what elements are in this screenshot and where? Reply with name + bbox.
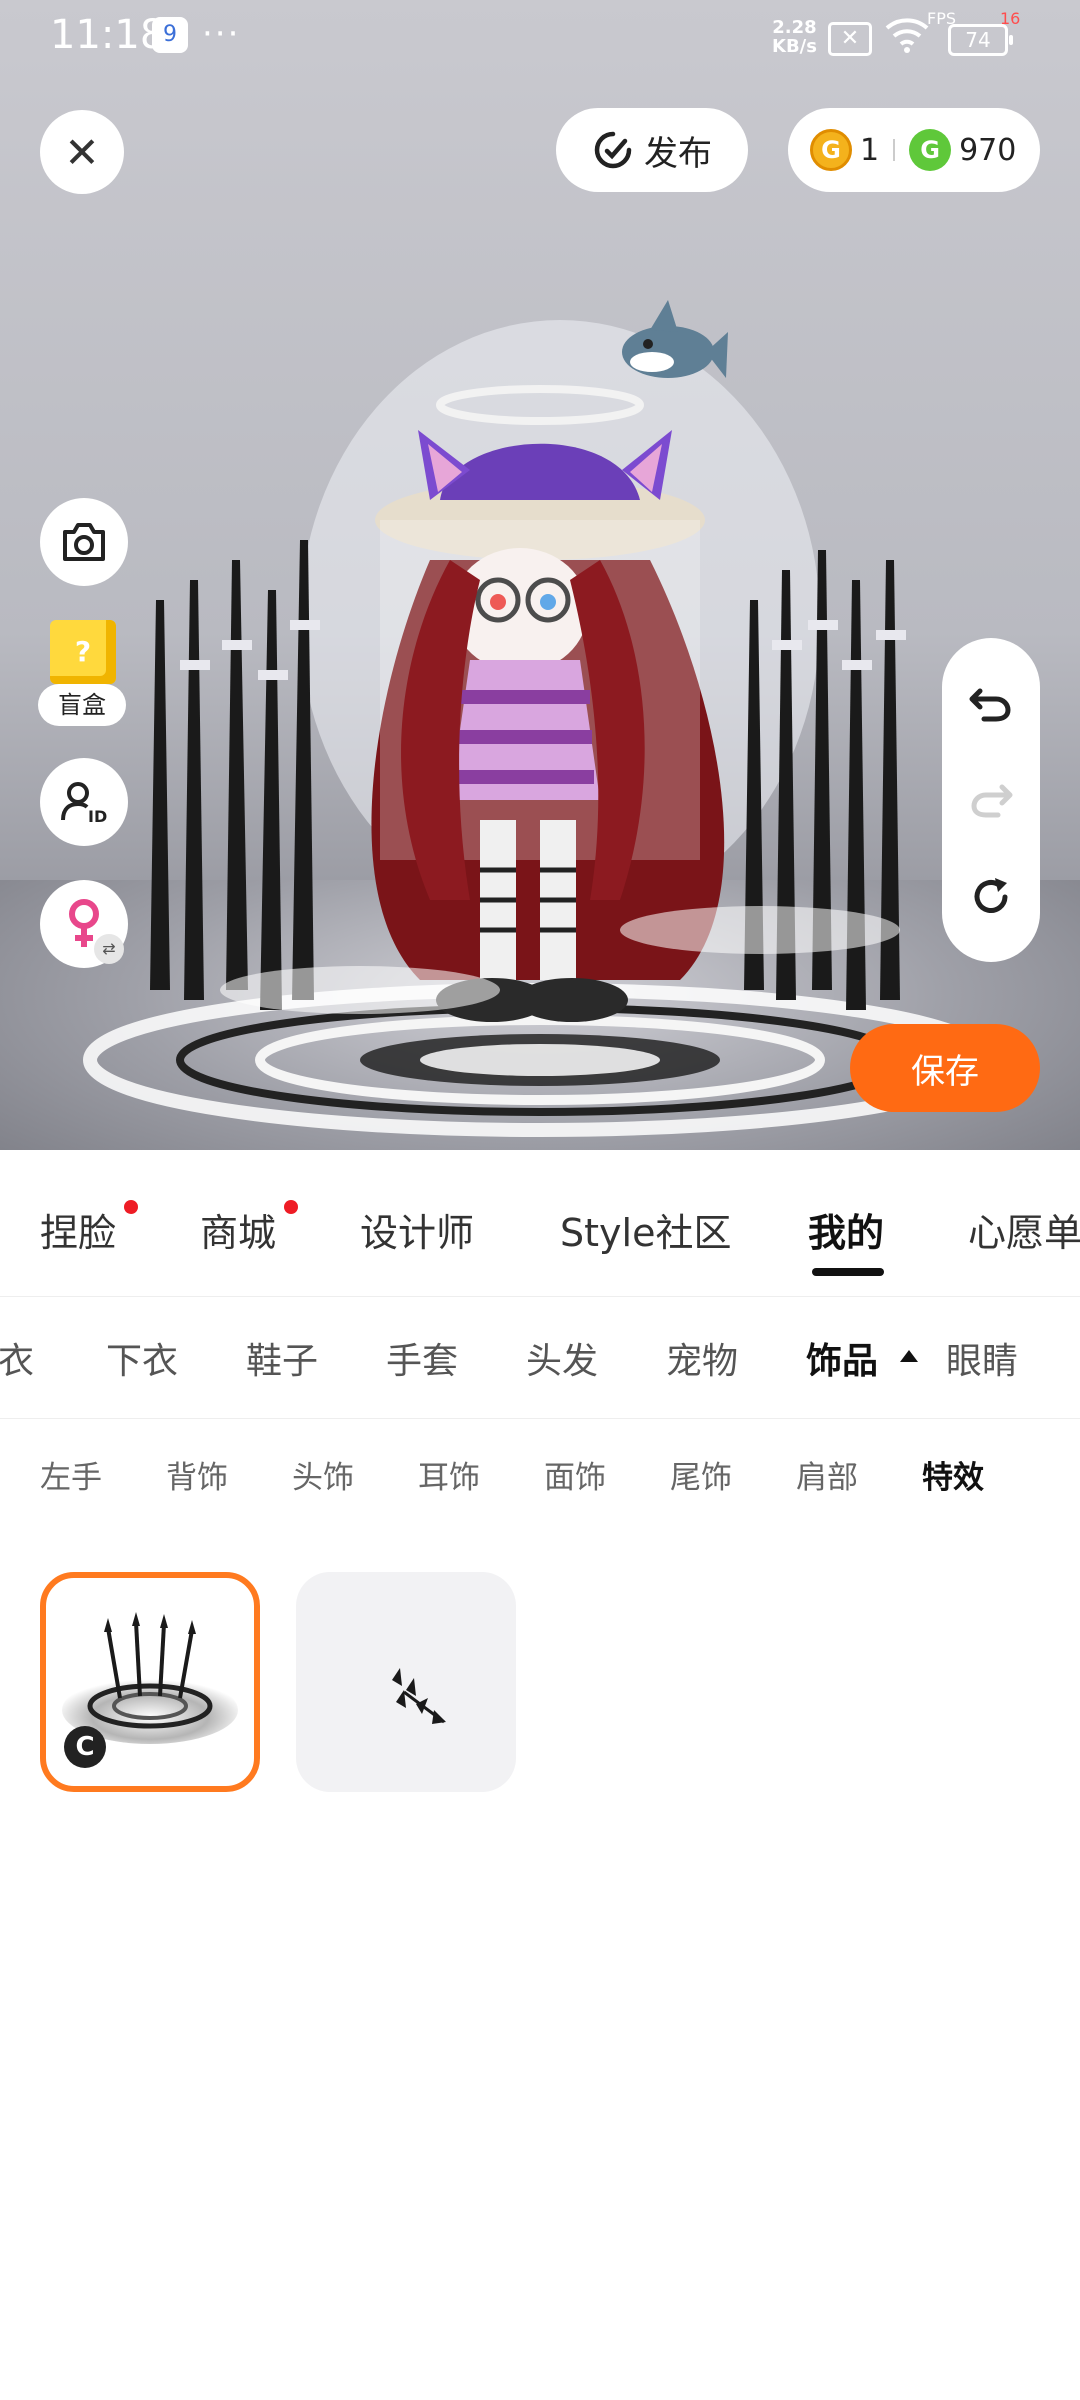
tab-wishlist[interactable]: 心愿单 [968, 1202, 1080, 1257]
tab-ear-accessory[interactable]: 耳饰 [418, 1452, 480, 1497]
green-coin-icon: G [909, 129, 952, 171]
tab-store[interactable]: 商城 [200, 1202, 276, 1257]
tab-shoes[interactable]: 鞋子 [246, 1332, 318, 1384]
avatar-id-button[interactable]: ID [40, 758, 128, 846]
tab-pet[interactable]: 宠物 [666, 1332, 738, 1384]
active-tab-indicator [812, 1268, 884, 1276]
more-notifications-icon: ··· [202, 14, 241, 54]
network-speed-value: 2.28 [772, 17, 817, 38]
tab-store-notification-dot [284, 1200, 298, 1214]
avatar-preview-scene[interactable]: 11:18 9 ··· 2.28 KB/s ✕ FPS 16 74 ✕ 发布 G… [0, 0, 1080, 1150]
gender-switch-button[interactable]: ⇄ [40, 880, 128, 968]
publish-icon [594, 131, 632, 169]
effect-item-2-thumbnail [392, 1668, 446, 1724]
gold-coin-icon: G [810, 129, 852, 171]
save-button[interactable]: 保存 [850, 1024, 1040, 1112]
tab-eyes[interactable]: 眼睛 [946, 1332, 1018, 1384]
effect-item-1[interactable]: C [40, 1572, 260, 1792]
no-sim-icon: ✕ [828, 22, 872, 56]
blind-box-icon: ? [50, 620, 116, 684]
tab-top[interactable]: 上衣 [0, 1332, 34, 1384]
tab-accessories[interactable]: 饰品 [806, 1332, 878, 1384]
user-id-icon: ID [61, 782, 107, 826]
undo-button[interactable] [942, 658, 1040, 748]
tab-hair[interactable]: 头发 [526, 1332, 598, 1384]
network-speed-unit: KB/s [772, 36, 817, 57]
svg-text:ID: ID [88, 807, 107, 826]
tab-bottom[interactable]: 下衣 [106, 1332, 178, 1384]
blind-box-label: 盲盒 [38, 684, 126, 726]
subcategory-tabs: 左手 背饰 头饰 耳饰 面饰 尾饰 肩部 特效 [0, 1418, 1080, 1532]
app-notification-icon: 9 [152, 17, 188, 53]
primary-tabs: 捏脸 商城 设计师 Style社区 我的 心愿单 [0, 1150, 1080, 1297]
tab-back-accessory[interactable]: 背饰 [166, 1452, 228, 1497]
blind-box-button[interactable]: ? 盲盒 [38, 620, 130, 732]
tab-effects[interactable]: 特效 [922, 1452, 984, 1497]
status-time: 11:18 [50, 12, 166, 58]
green-coin-count: 970 [959, 132, 1017, 168]
tab-face-notification-dot [124, 1200, 138, 1214]
category-tabs: 上衣 下衣 鞋子 手套 头发 宠物 饰品 眼睛 [0, 1296, 1080, 1419]
redo-button[interactable] [942, 754, 1040, 844]
camera-button[interactable] [40, 498, 128, 586]
close-icon: ✕ [64, 127, 100, 177]
wifi-icon [885, 18, 929, 53]
tab-left-hand[interactable]: 左手 [40, 1452, 102, 1497]
publish-button[interactable]: 发布 [556, 108, 748, 192]
tab-head-accessory[interactable]: 头饰 [292, 1452, 354, 1497]
gold-coin-count: 1 [860, 132, 880, 168]
effect-item-2[interactable] [296, 1572, 516, 1792]
tab-mine[interactable]: 我的 [808, 1202, 884, 1257]
camera-icon [63, 523, 105, 561]
tab-gloves[interactable]: 手套 [386, 1332, 458, 1384]
tab-shoulder[interactable]: 肩部 [796, 1452, 858, 1497]
tab-face-accessory[interactable]: 面饰 [544, 1452, 606, 1497]
reset-button[interactable] [942, 852, 1040, 942]
caret-up-icon[interactable] [900, 1350, 918, 1362]
item-badge: C [64, 1726, 106, 1768]
close-button[interactable]: ✕ [40, 110, 124, 194]
tab-designer[interactable]: 设计师 [360, 1202, 474, 1257]
save-label: 保存 [911, 1051, 979, 1092]
undo-icon [969, 688, 1011, 722]
battery-icon: 74 [948, 24, 1013, 56]
history-controls [942, 638, 1040, 962]
network-speed: 2.28 KB/s [772, 18, 817, 56]
currency-balance[interactable]: G 1 G 970 [788, 108, 1040, 192]
currency-divider [893, 139, 896, 161]
publish-label: 发布 [644, 133, 712, 174]
refresh-icon [974, 878, 1008, 913]
tab-style-community[interactable]: Style社区 [560, 1202, 731, 1257]
tab-tail-accessory[interactable]: 尾饰 [670, 1452, 732, 1497]
status-bar: 11:18 9 ··· 2.28 KB/s ✕ FPS 16 74 [0, 0, 1080, 70]
swap-icon: ⇄ [94, 934, 124, 964]
redo-icon [971, 784, 1013, 818]
tab-face[interactable]: 捏脸 [40, 1202, 116, 1257]
